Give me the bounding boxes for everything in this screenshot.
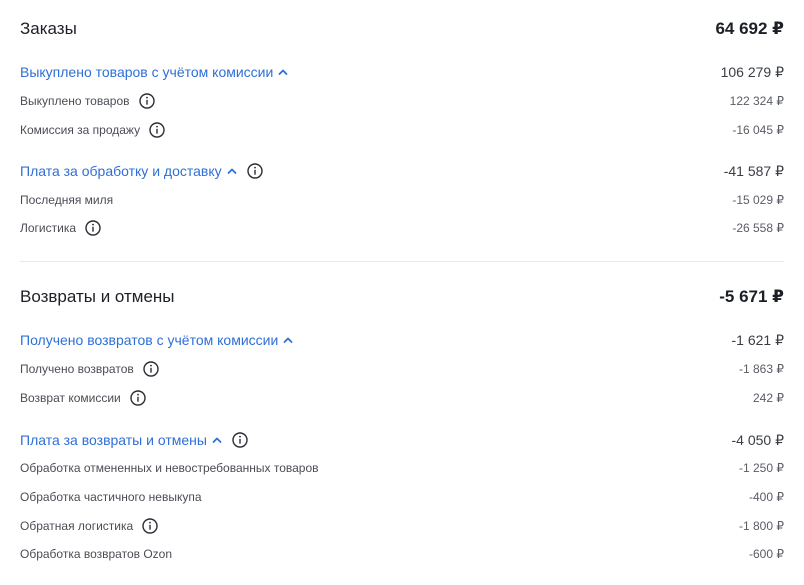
returns-total: -5 671 ₽ [719, 287, 784, 306]
list-item: Получено возвратов -1 863 ₽ [20, 360, 784, 378]
list-item: Комиссия за продажу -16 045 ₽ [20, 121, 784, 139]
info-icon[interactable] [143, 361, 159, 377]
list-item-value: 242 ₽ [753, 391, 784, 405]
list-item-value: -1 250 ₽ [739, 461, 784, 475]
list-item-value: -1 800 ₽ [739, 519, 784, 533]
list-item-value: -16 045 ₽ [732, 123, 784, 137]
orders-header: Заказы 64 692 ₽ [20, 18, 784, 40]
received-group-value: -1 621 ₽ [731, 331, 785, 348]
info-icon[interactable] [130, 390, 146, 406]
info-icon[interactable] [85, 220, 101, 236]
section-divider [20, 261, 784, 262]
delivery-group-value: -41 587 ₽ [723, 162, 784, 179]
delivery-group-row[interactable]: Плата за обработку и доставку -41 587 ₽ [20, 161, 784, 181]
bought-group-row[interactable]: Выкуплено товаров с учётом комиссии 106 … [20, 62, 784, 82]
info-icon[interactable] [138, 93, 155, 109]
orders-title: Заказы [20, 19, 77, 38]
list-item-label: Обработка частичного невыкупа [20, 490, 202, 504]
list-item-label: Обратная логистика [20, 519, 134, 533]
list-item-value: -26 558 ₽ [732, 221, 784, 235]
list-item-value: -1 863 ₽ [739, 362, 784, 376]
list-item: Логистика -26 558 ₽ [20, 219, 784, 237]
returns-header: Возвраты и отмены -5 671 ₽ [20, 286, 784, 308]
list-item: Обработка отмененных и невостребованных … [20, 459, 784, 477]
info-icon[interactable] [149, 122, 165, 138]
list-item: Возврат комиссии 242 ₽ [20, 389, 784, 407]
received-group-row[interactable]: Получено возвратов с учётом комиссии -1 … [20, 330, 784, 350]
list-item-label: Выкуплено товаров [20, 94, 130, 108]
list-item-value: 122 324 ₽ [729, 94, 784, 108]
bought-group-label[interactable]: Выкуплено товаров с учётом комиссии [20, 64, 273, 80]
chevron-up-icon[interactable] [277, 66, 289, 78]
list-item-label: Комиссия за продажу [20, 123, 141, 137]
list-item: Обратная логистика -1 800 ₽ [20, 517, 784, 535]
returns-title: Возвраты и отмены [20, 287, 175, 306]
list-item-label: Логистика [20, 221, 77, 235]
list-item: Последняя миля -15 029 ₽ [20, 191, 784, 209]
list-item: Выкуплено товаров 122 324 ₽ [20, 92, 784, 110]
fees-group-label[interactable]: Плата за возвраты и отмены [20, 432, 207, 448]
orders-total: 64 692 ₽ [715, 19, 784, 38]
bought-group-value: 106 279 ₽ [720, 63, 784, 80]
list-item-value: -600 ₽ [749, 547, 784, 561]
chevron-up-icon[interactable] [282, 334, 294, 346]
info-icon[interactable] [246, 163, 263, 179]
list-item-label: Получено возвратов [20, 362, 134, 376]
fees-group-value: -4 050 ₽ [731, 431, 785, 448]
list-item-value: -15 029 ₽ [732, 193, 784, 207]
list-item-label: Возврат комиссии [20, 391, 121, 405]
list-item: Обработка возвратов Ozon -600 ₽ [20, 545, 784, 563]
info-icon[interactable] [142, 518, 158, 534]
fees-group-row[interactable]: Плата за возвраты и отмены -4 050 ₽ [20, 430, 784, 450]
list-item-label: Последняя миля [20, 193, 114, 207]
delivery-group-label[interactable]: Плата за обработку и доставку [20, 163, 222, 179]
info-icon[interactable] [232, 432, 248, 448]
list-item-label: Обработка возвратов Ozon [20, 547, 173, 561]
chevron-up-icon[interactable] [226, 165, 238, 177]
list-item-value: -400 ₽ [749, 490, 784, 504]
received-group-label[interactable]: Получено возвратов с учётом комиссии [20, 332, 278, 348]
chevron-up-icon[interactable] [211, 434, 223, 446]
list-item-label: Обработка отмененных и невостребованных … [20, 461, 319, 475]
list-item: Обработка частичного невыкупа -400 ₽ [20, 488, 784, 506]
